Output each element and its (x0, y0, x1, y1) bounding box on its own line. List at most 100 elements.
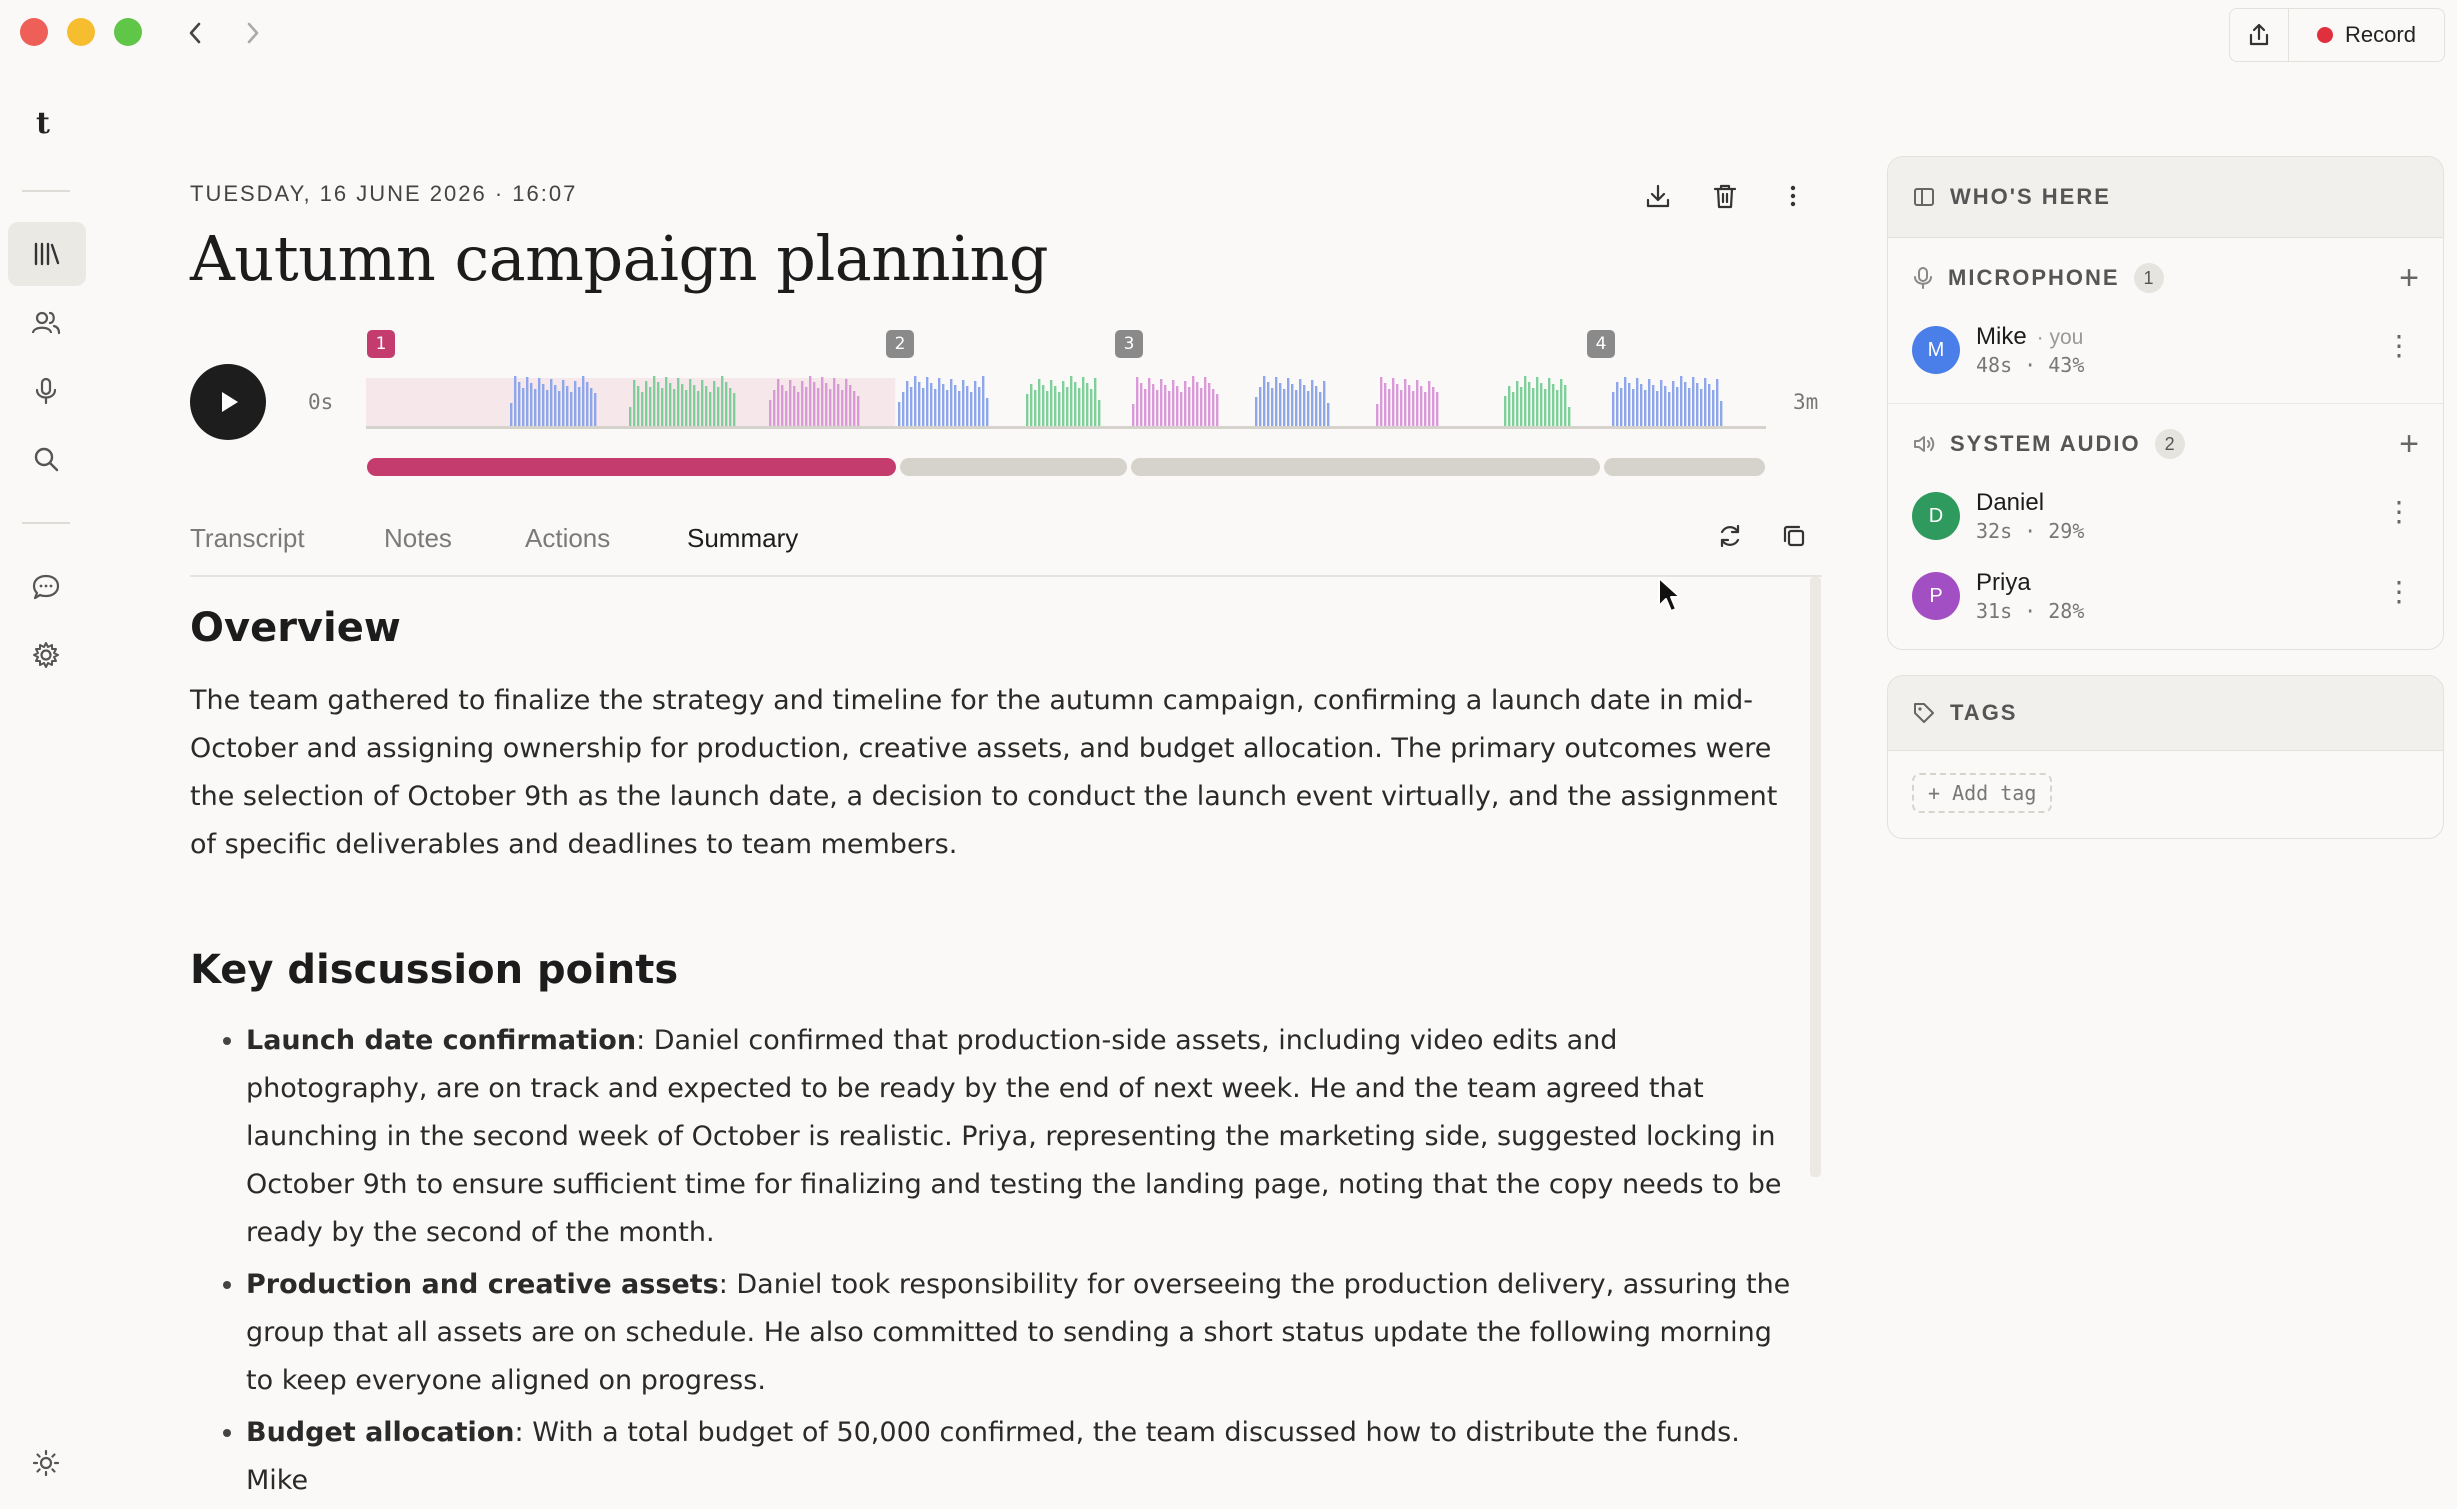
waveform-bar (1612, 392, 1615, 426)
waveform-bar (1428, 381, 1431, 426)
sidebar-divider-2 (22, 522, 70, 524)
waveform-bar (689, 379, 692, 426)
waveform-bar (1520, 387, 1523, 426)
waveform-bar (1152, 384, 1155, 426)
avatar: P (1912, 572, 1960, 620)
waveform-bar (1160, 379, 1163, 426)
trash-icon[interactable] (1707, 178, 1743, 214)
overview-heading: Overview (190, 605, 401, 651)
microphone-icon[interactable] (26, 371, 66, 411)
talk-duration: 31s (1976, 599, 2013, 623)
add-microphone-speaker-button[interactable]: + (2399, 261, 2419, 295)
waveform-bar (1404, 379, 1407, 426)
waveform-bar (918, 382, 921, 426)
waveform-bar (1066, 387, 1069, 426)
overview-text: The team gathered to finalize the strate… (190, 685, 1778, 860)
waveform-bar (538, 378, 541, 426)
share-button[interactable] (2230, 9, 2289, 61)
back-arrow-icon[interactable] (184, 18, 206, 54)
waveform-bar (841, 390, 844, 426)
waveform-bar (1408, 385, 1411, 426)
chapter-marker-1[interactable]: 1 (367, 330, 395, 358)
chapter-marker-4[interactable]: 4 (1587, 330, 1615, 358)
waveform-bar (1054, 386, 1057, 426)
tab-summary[interactable]: Summary (687, 523, 798, 554)
add-tag-button[interactable]: + Add tag (1912, 773, 2053, 813)
library-icon[interactable] (26, 234, 66, 274)
waveform-bar (681, 384, 684, 426)
waveform-bar (1712, 390, 1715, 426)
minimize-window-button[interactable] (67, 18, 95, 46)
waveform-bar (1652, 385, 1655, 426)
waveform-bar (1532, 388, 1535, 426)
sidebar-panel-icon (1914, 188, 1934, 206)
settings-gear-icon[interactable] (26, 635, 66, 675)
waveform-bar (958, 391, 961, 426)
waveform-bar (709, 392, 712, 426)
waveform-bar (1263, 376, 1266, 426)
waveform-bar (906, 381, 909, 426)
waveform-bar (629, 407, 632, 426)
participant-menu-icon[interactable]: ⋮ (2385, 575, 2413, 608)
chapter-segment-4[interactable] (1604, 458, 1765, 476)
play-button[interactable] (190, 364, 266, 440)
waveform-bar (1184, 381, 1187, 426)
avatar: M (1912, 326, 1960, 374)
waveform-bar (1295, 390, 1298, 426)
waveform-bar (1034, 390, 1037, 426)
close-window-button[interactable] (20, 18, 48, 46)
waveform-bar (942, 384, 945, 426)
chapter-segment-3[interactable] (1131, 458, 1600, 476)
waveform-bar (582, 376, 585, 426)
waveform-bar (562, 380, 565, 426)
participant-priya[interactable]: P Priya 31s · 28% (1912, 569, 2084, 623)
waveform-bar (1560, 379, 1563, 426)
forward-arrow-icon[interactable] (242, 18, 264, 54)
whos-here-header[interactable]: WHO'S HERE (1888, 157, 2443, 238)
content-scrollbar[interactable] (1810, 577, 1821, 1177)
participant-menu-icon[interactable]: ⋮ (2385, 329, 2413, 362)
waveform-bar (1070, 376, 1073, 426)
tab-actions[interactable]: Actions (525, 523, 610, 554)
more-options-icon[interactable] (1775, 178, 1811, 214)
chat-icon[interactable] (26, 567, 66, 607)
tab-notes[interactable]: Notes (384, 523, 452, 554)
participant-daniel[interactable]: D Daniel 32s · 29% (1912, 489, 2084, 543)
list-item: Budget allocation: With a total budget o… (246, 1409, 1800, 1505)
zoom-window-button[interactable] (114, 18, 142, 46)
tab-transcript[interactable]: Transcript (190, 523, 305, 554)
waveform-bar (793, 386, 796, 426)
waveform-bar (1094, 378, 1097, 426)
waveform-bar (1212, 389, 1215, 426)
waveform-bar (773, 390, 776, 426)
waveform-bar (721, 376, 724, 426)
waveform-bar (550, 379, 553, 426)
download-icon[interactable] (1640, 178, 1676, 214)
waveform-bar (1188, 387, 1191, 426)
participant-mike[interactable]: M Mike · you 48s · 43% (1912, 323, 2084, 377)
theme-sun-icon[interactable] (26, 1443, 66, 1483)
search-icon[interactable] (26, 439, 66, 479)
participant-menu-icon[interactable]: ⋮ (2385, 495, 2413, 528)
chapter-marker-2[interactable]: 2 (886, 330, 914, 358)
waveform-bar (1528, 382, 1531, 426)
waveform-bar (797, 392, 800, 426)
waveform-bar (1148, 378, 1151, 426)
talk-share: 28% (2048, 599, 2085, 623)
waveform-bar (1323, 381, 1326, 426)
waveform-bar (817, 388, 820, 426)
participant-stats: 48s · 43% (1976, 353, 2085, 377)
chapter-segment-1[interactable] (367, 458, 896, 476)
waveform-bar (1086, 383, 1089, 426)
chapter-segment-2[interactable] (900, 458, 1127, 476)
copy-icon[interactable] (1776, 518, 1812, 554)
record-button[interactable]: Record (2289, 22, 2444, 48)
waveform-bar (938, 378, 941, 426)
regenerate-icon[interactable] (1712, 518, 1748, 554)
people-icon[interactable] (26, 303, 66, 343)
add-system-audio-speaker-button[interactable]: + (2399, 427, 2419, 461)
waveform-bar (514, 376, 517, 426)
waveform[interactable] (366, 364, 1766, 434)
chapter-marker-3[interactable]: 3 (1115, 330, 1143, 358)
waveform-bar (1208, 383, 1211, 426)
